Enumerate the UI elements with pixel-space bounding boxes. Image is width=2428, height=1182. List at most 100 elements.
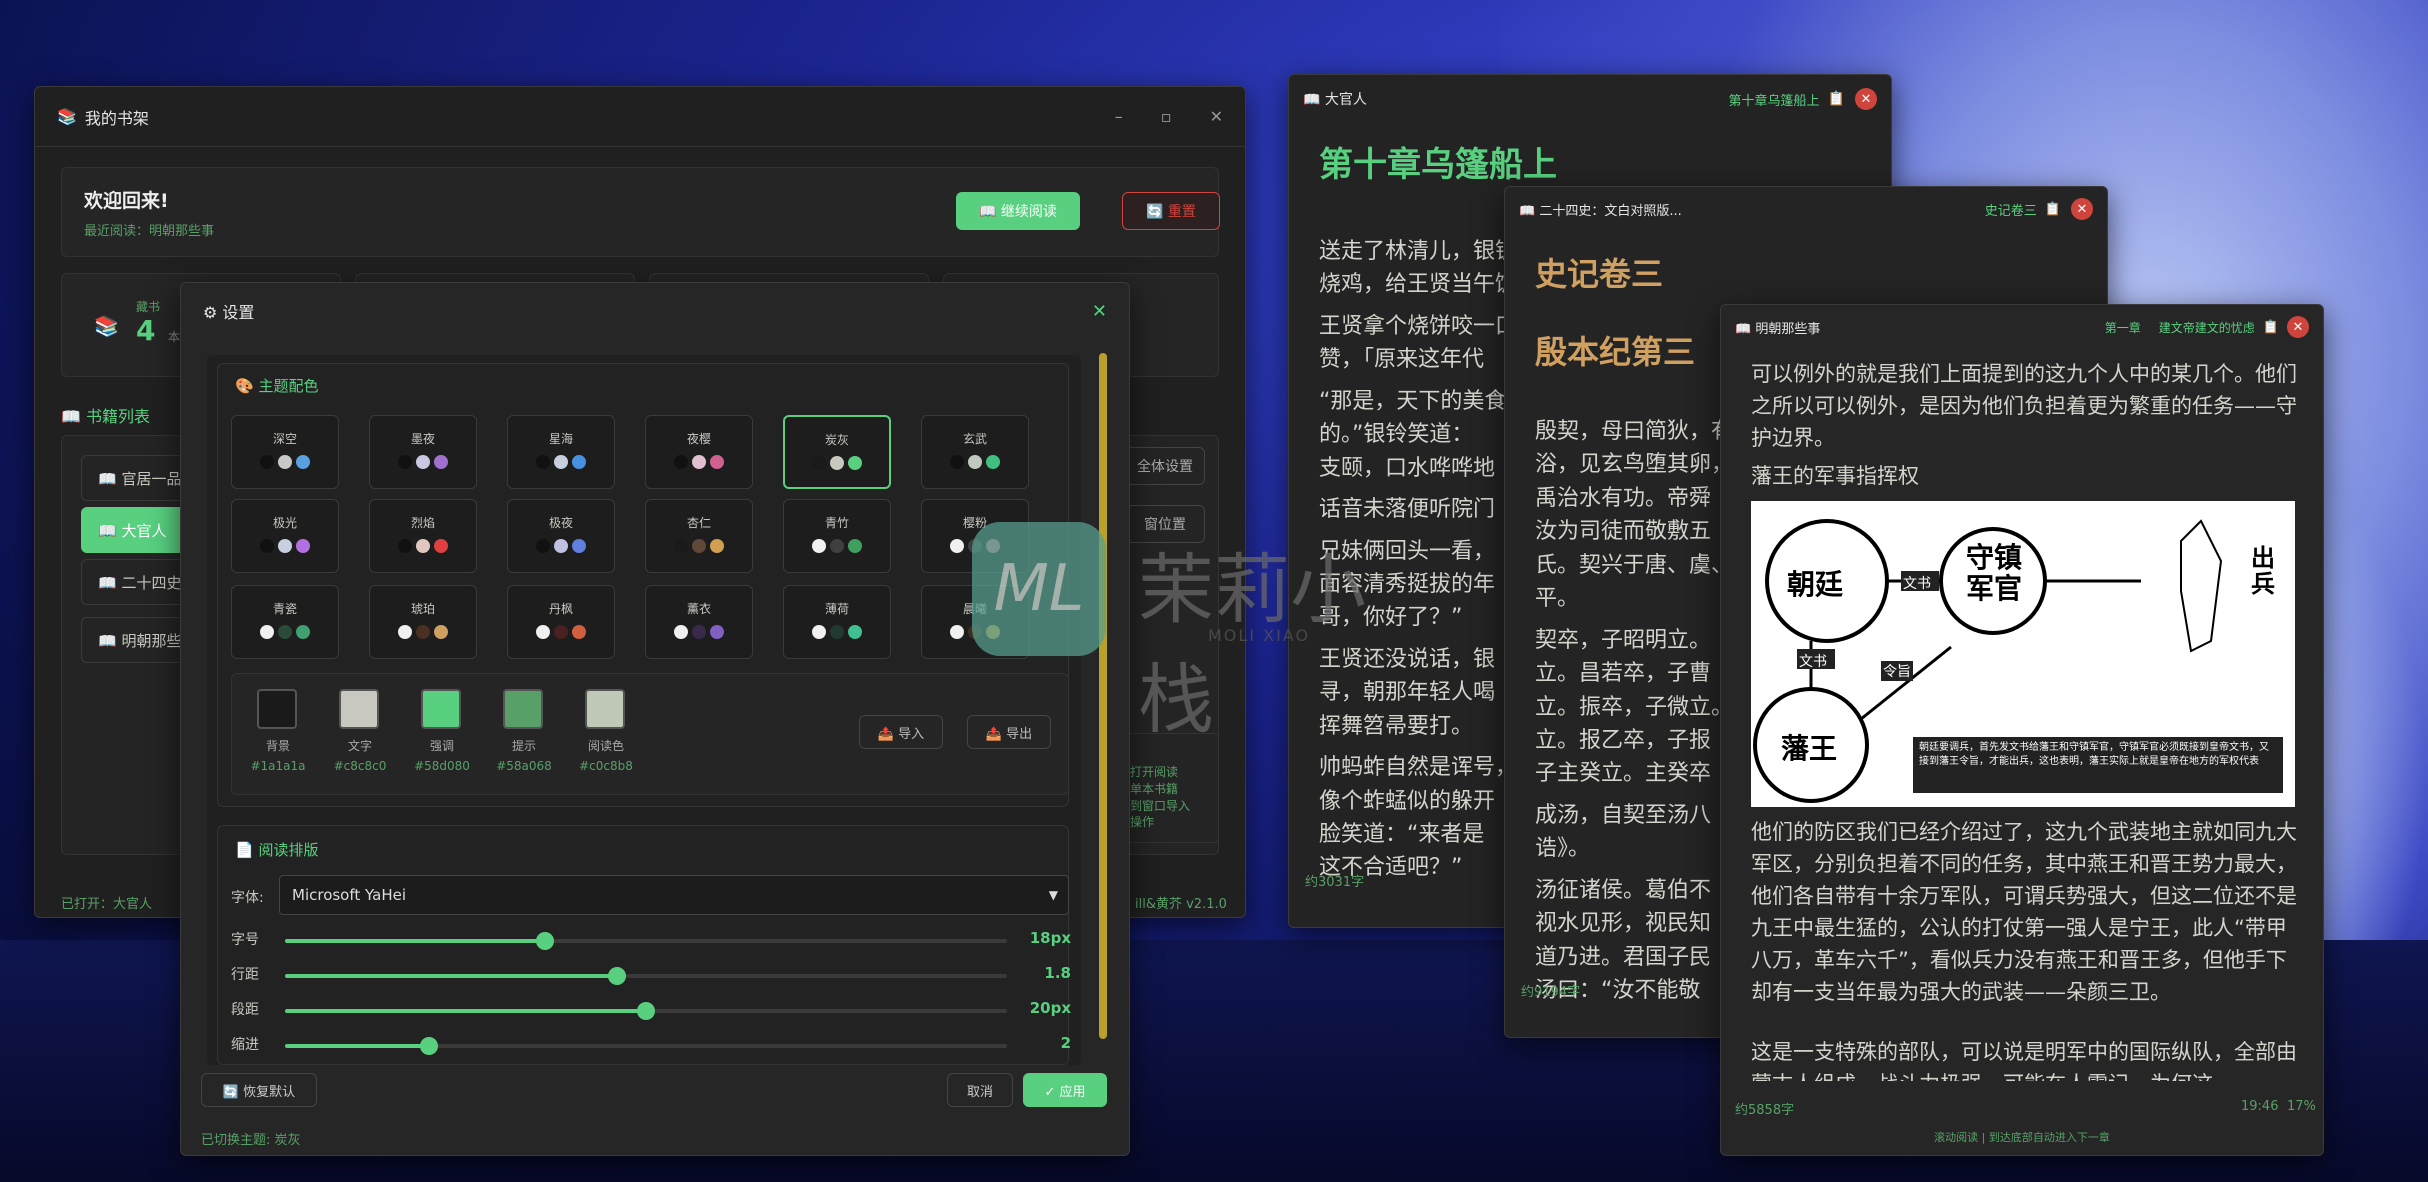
- soldier-figure: [2180, 519, 2223, 653]
- theme-swatch[interactable]: 星海: [507, 415, 615, 489]
- last-read: 最近阅读：明朝那些事: [84, 224, 215, 239]
- color-dot: [434, 539, 448, 553]
- slider-track[interactable]: [285, 967, 1007, 985]
- theme-swatch[interactable]: 琥珀: [369, 585, 477, 659]
- slider-track[interactable]: [285, 1037, 1007, 1055]
- theme-swatch[interactable]: 丹枫: [507, 585, 615, 659]
- color-dot: [986, 455, 1000, 469]
- color-dot: [434, 625, 448, 639]
- slider-track[interactable]: [285, 1002, 1007, 1020]
- theme-swatch-selected[interactable]: 炭灰: [783, 415, 891, 489]
- custom-color-hex: #c0c8b8: [579, 759, 633, 773]
- color-dot: [554, 625, 568, 639]
- progress-percent: 17%: [2287, 1099, 2316, 1114]
- watermark-logo: ML: [972, 522, 1106, 656]
- continue-reading-button[interactable]: 📖 继续阅读: [956, 192, 1080, 230]
- reset-button[interactable]: 🔄 重置: [1122, 192, 1220, 230]
- close-reader-button[interactable]: ✕: [1855, 88, 1877, 110]
- reader-titlebar: 📖 大官人 第十章乌篷船上 📋 ✕: [1289, 75, 1891, 123]
- arrow-label: 文书: [1903, 576, 1931, 592]
- toc-icon[interactable]: 📋: [2263, 320, 2279, 335]
- theme-dots: [232, 539, 338, 556]
- theme-swatch[interactable]: 青竹: [783, 499, 891, 573]
- theme-name: 青竹: [824, 516, 849, 530]
- restore-defaults-button[interactable]: 🔄 恢复默认: [201, 1073, 317, 1107]
- theme-swatch[interactable]: 夜樱: [645, 415, 753, 489]
- para-line: 诰》。: [1535, 836, 1591, 862]
- color-dot: [830, 539, 844, 553]
- toc-icon[interactable]: 📋: [1828, 91, 1845, 107]
- custom-color-box[interactable]: [503, 689, 543, 729]
- color-dot: [260, 625, 274, 639]
- theme-swatch[interactable]: 墨夜: [369, 415, 477, 489]
- font-select[interactable]: Microsoft YaHei ▼: [279, 875, 1069, 915]
- chapter-link[interactable]: 第一章: [2105, 319, 2141, 336]
- theme-swatch[interactable]: 烈焰: [369, 499, 477, 573]
- color-dot: [536, 539, 550, 553]
- import-button[interactable]: 📤 导入: [859, 715, 943, 749]
- theme-swatch[interactable]: 深空: [231, 415, 339, 489]
- slider-knob[interactable]: [637, 1002, 655, 1020]
- para-line: 浴，见玄鸟堕其卵，: [1535, 452, 1734, 478]
- para-line: 立。报乙卒，子报: [1535, 727, 1712, 753]
- minimize-icon[interactable]: –: [1115, 107, 1123, 126]
- arrow: [1860, 645, 1952, 721]
- node-garrison: 守镇军官: [1965, 541, 2022, 605]
- chapter-link[interactable]: 史记卷三: [1985, 200, 2037, 219]
- close-icon[interactable]: ✕: [1210, 107, 1223, 126]
- slider-knob[interactable]: [608, 967, 627, 985]
- slider-value: 2: [1060, 1034, 1071, 1052]
- close-icon[interactable]: ✕: [1092, 301, 1107, 322]
- scrollbar-thumb[interactable]: [1099, 353, 1107, 1039]
- slider-track[interactable]: [285, 932, 1007, 950]
- books-stat-icon: 📚: [94, 314, 119, 338]
- color-dot: [572, 539, 586, 553]
- close-reader-button[interactable]: ✕: [2071, 198, 2093, 220]
- theme-swatch[interactable]: 青瓷: [231, 585, 339, 659]
- toc-icon[interactable]: 📋: [2045, 202, 2061, 217]
- custom-color-box[interactable]: [421, 689, 461, 729]
- custom-color-hex: #58a068: [496, 759, 552, 773]
- theme-dots: [232, 455, 338, 472]
- theme-name: 极夜: [548, 516, 573, 530]
- theme-dots: [646, 539, 752, 556]
- close-reader-button[interactable]: ✕: [2287, 316, 2309, 338]
- theme-name: 杏仁: [686, 516, 711, 530]
- cancel-button[interactable]: 取消: [947, 1073, 1013, 1107]
- export-button[interactable]: 📤 导出: [967, 715, 1051, 749]
- scrollbar[interactable]: [1099, 353, 1107, 1039]
- maximize-icon[interactable]: ▫: [1161, 107, 1172, 126]
- reader-titlebar: 📖 明朝那些事 第一章 建文帝建文的忧虑 📋 ✕: [1721, 305, 2323, 349]
- theme-dots: [370, 625, 476, 642]
- color-dot: [278, 455, 292, 469]
- chapter-link[interactable]: 第十章乌篷船上: [1729, 90, 1820, 109]
- theme-dots: [232, 625, 338, 642]
- custom-color-box[interactable]: [339, 689, 379, 729]
- theme-swatch[interactable]: 薰衣: [645, 585, 753, 659]
- theme-swatch[interactable]: 杏仁: [645, 499, 753, 573]
- arrow-label: 令旨: [1881, 661, 1913, 681]
- para-line: 殷契，母曰简狄，有: [1535, 419, 1734, 444]
- theme-swatch[interactable]: 薄荷: [783, 585, 891, 659]
- theme-dots: [785, 456, 889, 473]
- custom-color-box[interactable]: [257, 689, 297, 729]
- reader-subheading: 藩王的军事指挥权: [1751, 464, 1919, 488]
- theme-swatch[interactable]: 极光: [231, 499, 339, 573]
- para-line: 汝为司徒而敬敷五: [1535, 519, 1712, 545]
- para-line: 成汤，自契至汤八: [1535, 802, 1712, 828]
- help-line: 操作: [1130, 815, 1155, 830]
- layout-section: [217, 825, 1069, 1065]
- theme-swatch[interactable]: 极夜: [507, 499, 615, 573]
- slider-knob[interactable]: [535, 932, 554, 950]
- settings-side-button[interactable]: 全体设置: [1125, 447, 1205, 485]
- section-link[interactable]: 建文帝建文的忧虑: [2159, 319, 2255, 336]
- slider-label: 缩进: [231, 1037, 259, 1053]
- stat-unit: 本: [168, 330, 181, 344]
- theme-dots: [508, 539, 614, 556]
- theme-swatch[interactable]: 玄武: [921, 415, 1029, 489]
- theme-name: 玄武: [962, 432, 987, 446]
- apply-button[interactable]: ✓ 应用: [1023, 1073, 1107, 1107]
- color-dot: [950, 539, 964, 553]
- stat-value: 4: [136, 314, 156, 347]
- custom-color-box[interactable]: [585, 689, 625, 729]
